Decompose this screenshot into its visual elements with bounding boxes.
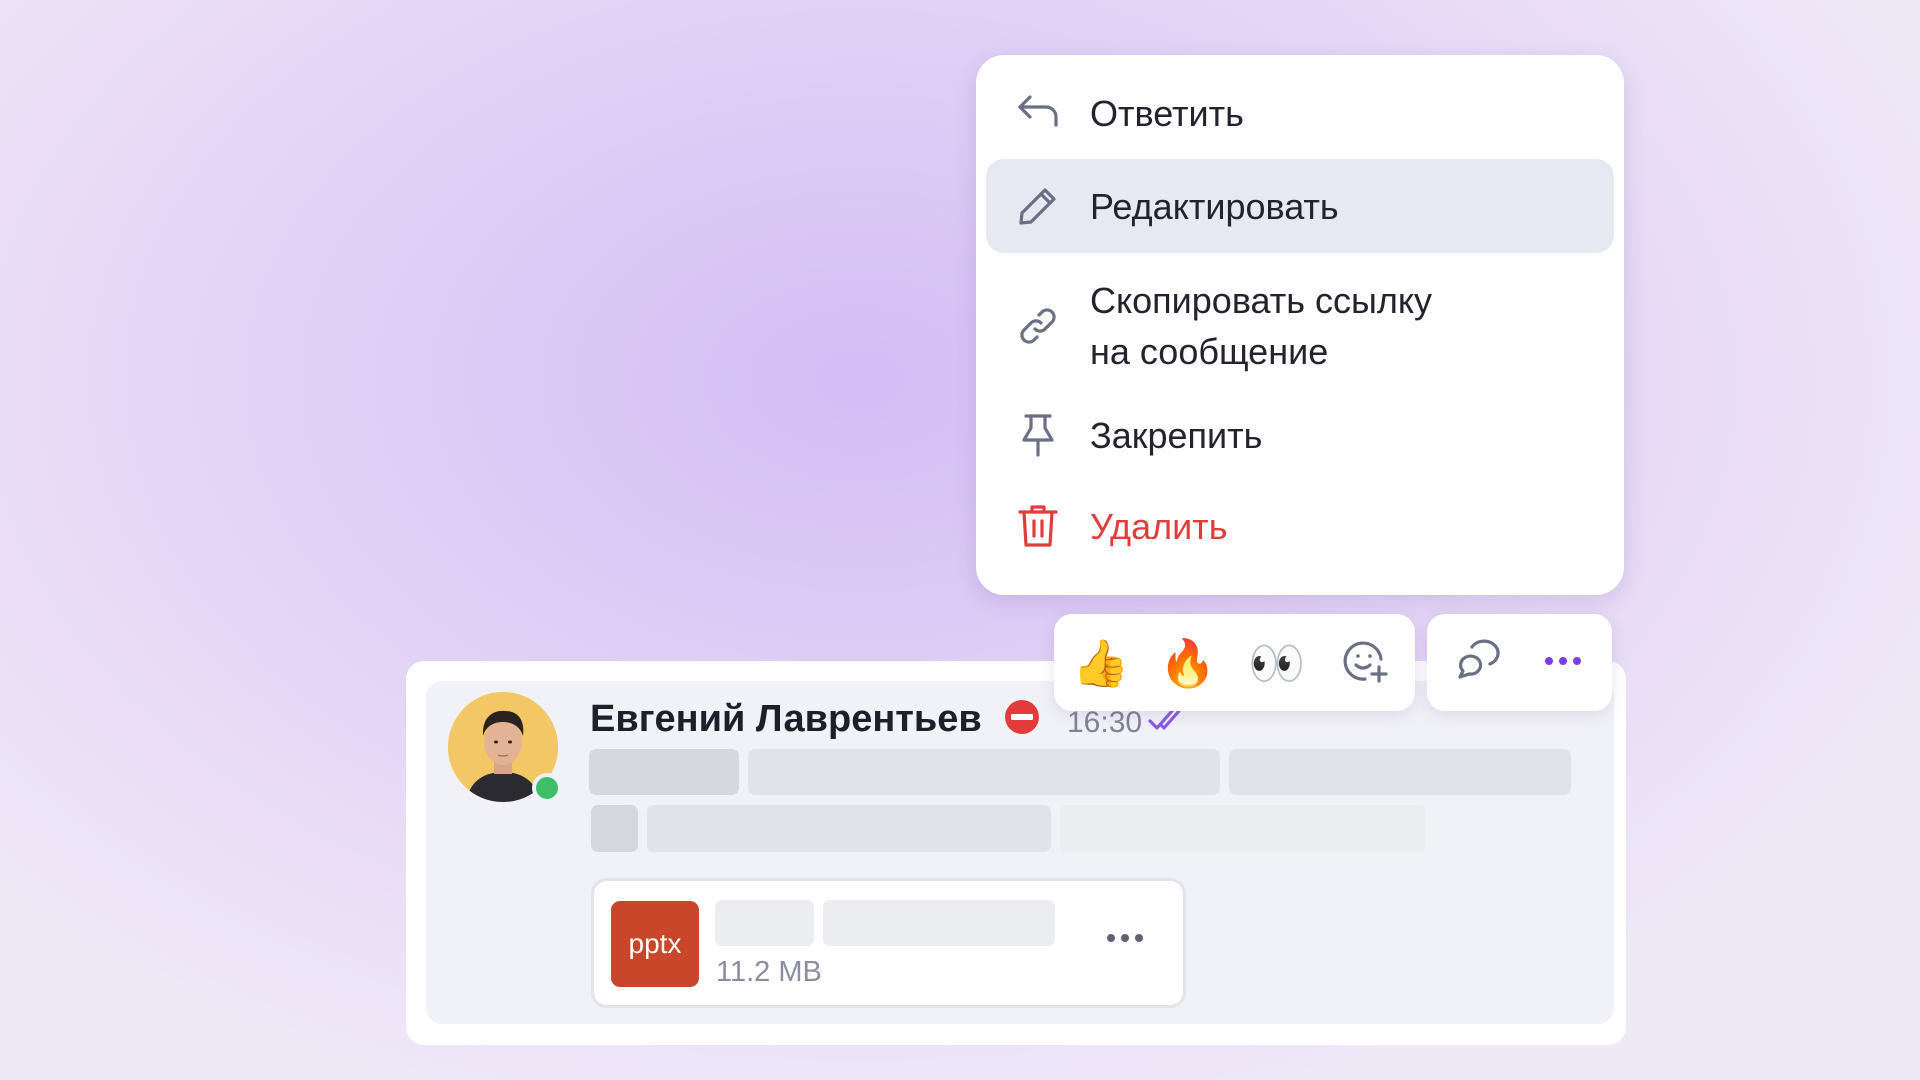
thread-icon [1452,637,1500,690]
link-icon [1016,304,1060,348]
online-status-dot [532,773,562,803]
context-menu: Ответить Редактировать Скопировать ссылк… [976,55,1624,595]
file-type-badge: pptx [611,901,699,987]
pencil-icon [1016,184,1060,228]
reply-in-thread-button[interactable] [1441,628,1511,698]
add-reaction-button[interactable] [1330,628,1400,698]
message-card[interactable]: Евгений Лаврентьев 16:30 pptx 11.2 MB [426,681,1614,1024]
message-text-placeholder [1060,805,1426,852]
file-size: 11.2 MB [716,956,822,988]
reaction-fire[interactable]: 🔥 [1153,628,1223,698]
trash-icon [1016,504,1060,548]
menu-item-label: Редактировать [1090,185,1339,227]
menu-item-label: Ответить [1090,92,1244,134]
menu-item-copy-link[interactable]: Скопировать ссылку на сообщение [986,269,1614,383]
more-options-icon [1544,654,1582,672]
reaction-thumbs-up[interactable]: 👍 [1066,628,1136,698]
more-actions-button[interactable] [1528,628,1598,698]
menu-item-label: Закрепить [1090,414,1263,456]
menu-item-reply[interactable]: Ответить [986,76,1614,150]
read-status-icon [1148,707,1188,738]
reaction-eyes[interactable]: 👀 [1242,628,1312,698]
reaction-bar: 👍 🔥 👀 [1054,614,1415,711]
message-author[interactable]: Евгений Лаврентьев [590,697,982,741]
more-options-icon[interactable] [1106,931,1144,949]
menu-item-edit[interactable]: Редактировать [986,159,1614,253]
message-text-placeholder [748,749,1220,795]
add-emoji-icon [1341,637,1389,690]
menu-item-pin[interactable]: Закрепить [986,397,1614,473]
file-name-placeholder [823,900,1055,946]
reply-icon [1016,91,1060,135]
message-text-placeholder [1229,749,1571,795]
pin-icon [1016,413,1060,457]
menu-item-label: Удалить [1090,505,1228,547]
menu-item-label: Скопировать ссылку на сообщение [1090,280,1433,372]
message-text-placeholder [647,805,1051,852]
message-actions-bar [1427,614,1612,711]
menu-item-delete[interactable]: Удалить [986,489,1614,563]
file-name-placeholder [715,900,814,946]
message-text-placeholder [589,749,739,795]
file-attachment[interactable]: pptx 11.2 MB [591,878,1186,1008]
message-text-placeholder [591,805,638,852]
no-entry-icon [1003,698,1041,741]
